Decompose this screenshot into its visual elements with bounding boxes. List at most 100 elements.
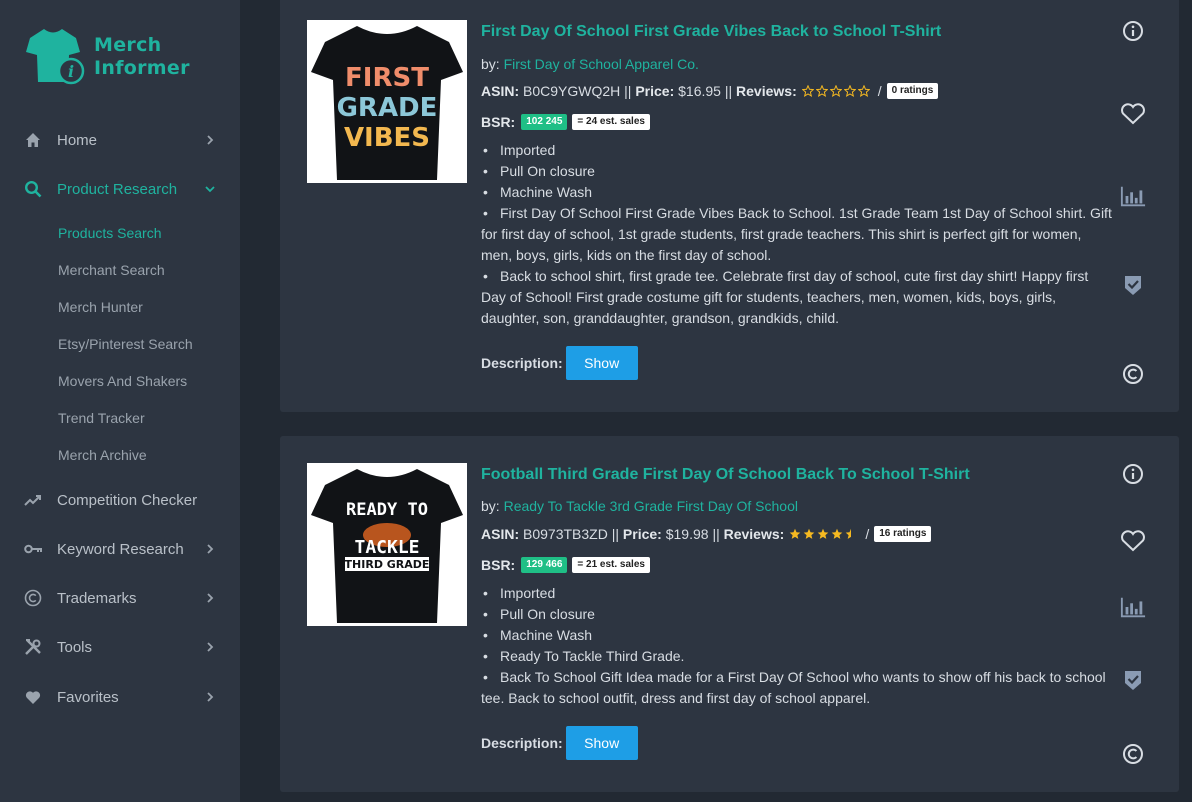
list-item: • Back To School Gift Idea made for a Fir… xyxy=(481,669,1106,706)
tools-icon xyxy=(24,638,42,656)
shirt-print-line: THIRD GRADE xyxy=(345,558,430,571)
nav-keyword-research[interactable]: Keyword Research xyxy=(0,534,240,564)
list-item: • Pull On closure xyxy=(483,606,595,622)
product-image[interactable]: FIRST GRADE VIBES xyxy=(307,20,467,183)
brand-name: Merch Informer xyxy=(94,34,190,79)
list-item: • Imported xyxy=(483,142,556,158)
est-sales-badge: = 21 est. sales xyxy=(572,557,650,573)
star-icon xyxy=(829,85,842,97)
subnav-movers-and-shakers[interactable]: Movers And Shakers xyxy=(58,373,187,389)
reviews-label: Reviews: xyxy=(723,526,785,542)
shirt-print-line: VIBES xyxy=(344,123,430,153)
star-icon xyxy=(818,528,829,539)
description-label: Description: xyxy=(481,735,563,751)
nav-tools[interactable]: Tools xyxy=(0,632,240,662)
est-sales-badge: = 24 est. sales xyxy=(572,114,650,130)
heart-icon xyxy=(24,688,42,706)
feature-bullets: • Imported • Pull On closure • Machine Wash… xyxy=(481,140,1116,329)
bar-chart-icon[interactable] xyxy=(1120,594,1146,620)
bsr-badge: 129 466 xyxy=(521,557,568,573)
nav-favorites[interactable]: Favorites xyxy=(0,682,240,712)
show-description-button[interactable]: Show xyxy=(565,346,638,380)
shield-check-icon[interactable] xyxy=(1120,272,1146,298)
bsr-label: BSR: xyxy=(481,557,516,573)
by-label: by: xyxy=(481,56,500,72)
separator: || xyxy=(724,83,733,99)
brand-link[interactable]: Ready To Tackle 3rd Grade First Day Of S… xyxy=(504,498,798,514)
product-byline: by: Ready To Tackle 3rd Grade First Day … xyxy=(481,498,798,514)
chevron-right-icon xyxy=(207,135,214,145)
star-icon xyxy=(790,528,801,539)
shield-check-icon[interactable] xyxy=(1120,667,1146,693)
shirt-print-line: FIRST xyxy=(345,63,429,93)
bsr-badge: 102 245 xyxy=(521,114,568,130)
asin-label: ASIN: xyxy=(481,83,520,99)
reviews-label: Reviews: xyxy=(736,83,797,99)
info-icon[interactable] xyxy=(1120,18,1146,44)
search-icon xyxy=(24,180,42,198)
separator: || xyxy=(624,83,632,99)
ratings-slash: / xyxy=(877,83,882,99)
key-icon xyxy=(24,540,42,558)
info-icon[interactable] xyxy=(1120,461,1146,487)
subnav-products-search[interactable]: Products Search xyxy=(58,225,162,241)
description-row: Description: Show xyxy=(481,726,638,760)
bsr-row: BSR: 129 466 = 21 est. sales xyxy=(481,557,650,573)
star-icon xyxy=(846,528,852,539)
nav-competition-checker[interactable]: Competition Checker xyxy=(0,485,240,515)
ratings-count-badge: 16 ratings xyxy=(874,526,932,542)
ratings-count-badge: 0 ratings xyxy=(886,83,939,99)
list-item: • First Day Of School First Grade Vibes B… xyxy=(481,205,1112,263)
list-item: • Machine Wash xyxy=(483,627,593,643)
product-image[interactable]: READY TO TACKLE THIRD GRADE xyxy=(307,463,467,626)
asin-value: B0973TB3ZD xyxy=(523,526,608,542)
copyright-icon[interactable] xyxy=(1120,361,1146,387)
subnav-trend-tracker[interactable]: Trend Tracker xyxy=(58,410,145,426)
product-byline: by: First Day of School Apparel Co. xyxy=(481,56,699,72)
separator: || xyxy=(712,526,720,542)
chevron-right-icon xyxy=(207,692,214,702)
sidebar: i Merch Informer Home Product Research P… xyxy=(0,0,240,802)
favorite-heart-icon[interactable] xyxy=(1120,528,1146,554)
subnav-merch-hunter[interactable]: Merch Hunter xyxy=(58,299,143,315)
star-icon xyxy=(804,528,815,539)
nav-trademarks[interactable]: Trademarks xyxy=(0,583,240,613)
logo[interactable]: i Merch Informer xyxy=(26,26,196,86)
description-label: Description: xyxy=(481,355,563,371)
product-title[interactable]: Football Third Grade First Day Of School… xyxy=(481,466,970,484)
price-value: $16.95 xyxy=(678,83,721,99)
price-label: Price: xyxy=(622,526,662,542)
asin-value: B0C9YGWQ2H xyxy=(523,83,621,99)
home-icon xyxy=(24,131,42,149)
list-item: • Imported xyxy=(483,585,556,601)
chevron-right-icon xyxy=(207,544,214,554)
bsr-row: BSR: 102 245 = 24 est. sales xyxy=(481,114,650,130)
product-meta: ASIN: B0973TB3ZD || Price: $19.98 || Rev… xyxy=(481,526,932,542)
star-icon xyxy=(843,85,856,97)
svg-text:i: i xyxy=(68,62,74,81)
product-meta: ASIN: B0C9YGWQ2H || Price: $16.95 || Rev… xyxy=(481,83,939,99)
nav-home[interactable]: Home xyxy=(0,125,240,155)
product-card: READY TO TACKLE THIRD GRADE Football Thi… xyxy=(280,436,1179,792)
feature-bullets: • Imported • Pull On closure • Machine Wash… xyxy=(481,583,1116,709)
description-row: Description: Show xyxy=(481,346,638,380)
subnav-etsy-pinterest-search[interactable]: Etsy/Pinterest Search xyxy=(58,336,193,352)
list-item: • Machine Wash xyxy=(483,184,593,200)
subnav-merch-archive[interactable]: Merch Archive xyxy=(58,447,147,463)
bar-chart-icon[interactable] xyxy=(1120,183,1146,209)
copyright-icon[interactable] xyxy=(1120,741,1146,767)
shirt-print-line: GRADE xyxy=(337,93,438,123)
show-description-button[interactable]: Show xyxy=(565,726,638,760)
subnav-merchant-search[interactable]: Merchant Search xyxy=(58,262,165,278)
price-value: $19.98 xyxy=(665,526,709,542)
product-title[interactable]: First Day Of School First Grade Vibes Ba… xyxy=(481,23,941,41)
tshirt-image: READY TO TACKLE THIRD GRADE xyxy=(311,469,463,623)
favorite-heart-icon[interactable] xyxy=(1120,101,1146,127)
star-icon xyxy=(832,528,843,539)
brand-link[interactable]: First Day of School Apparel Co. xyxy=(504,56,699,72)
asin-label: ASIN: xyxy=(481,526,520,542)
nav-product-research[interactable]: Product Research xyxy=(0,174,240,204)
list-item: • Pull On closure xyxy=(483,163,595,179)
product-card: FIRST GRADE VIBES First Day Of School Fi… xyxy=(280,0,1179,412)
chevron-down-icon xyxy=(205,186,215,193)
